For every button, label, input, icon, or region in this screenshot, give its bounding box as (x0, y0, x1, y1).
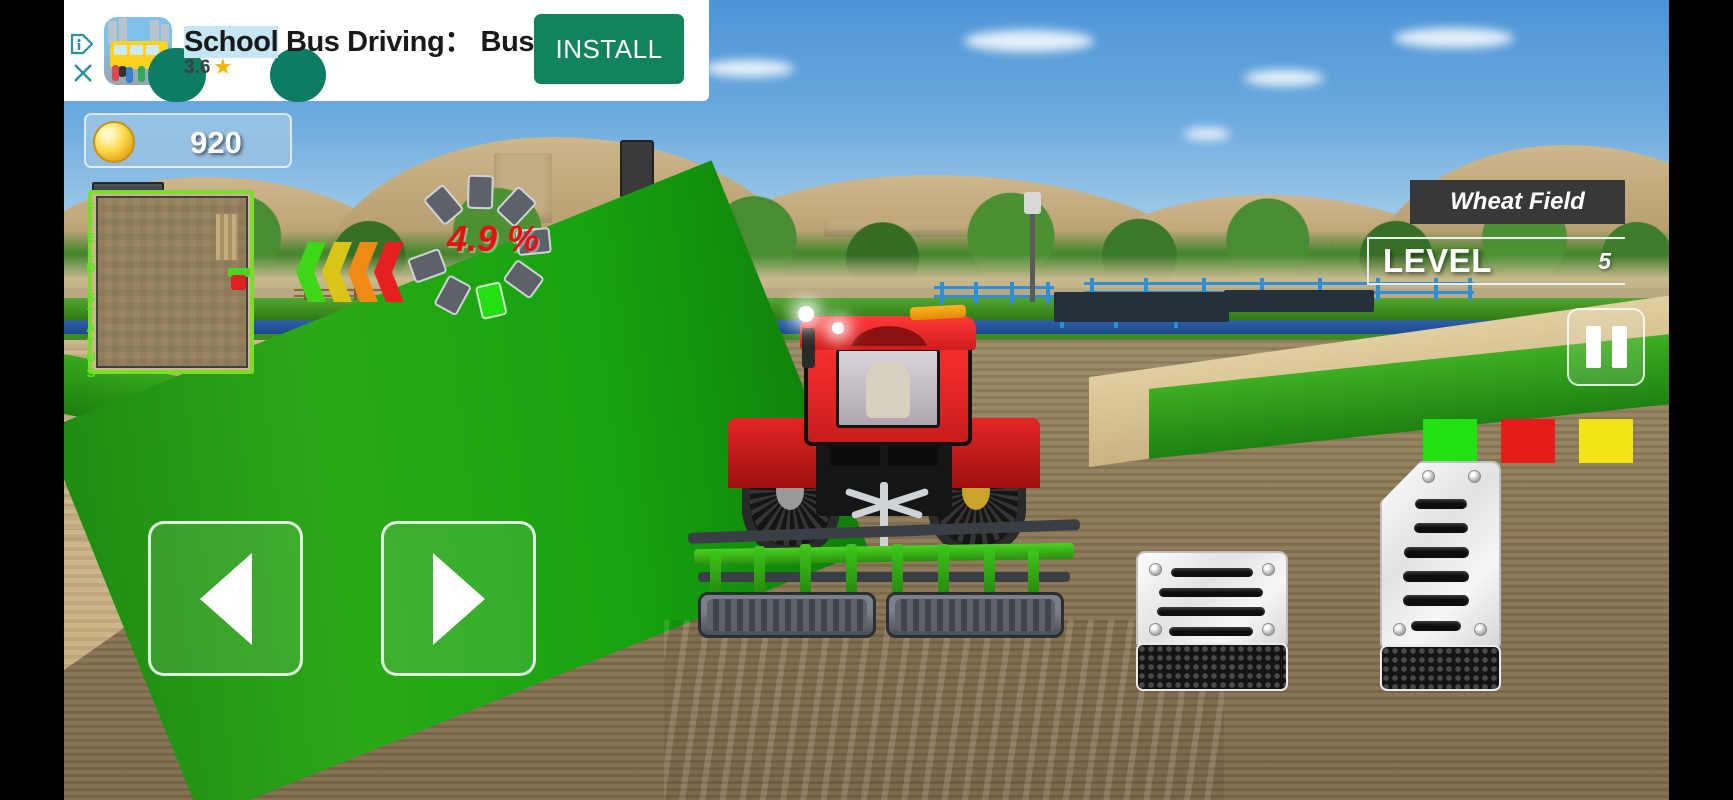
field-status-minimap: FIELD STATUS (74, 182, 254, 380)
arrow-right-icon (432, 552, 485, 645)
progress-segment (433, 274, 473, 317)
ad-rating-value: 3.6 (184, 57, 211, 78)
field-name-label: Wheat Field (1410, 180, 1625, 224)
tractor-brand-mark (844, 322, 934, 346)
yellow-action-button[interactable] (1579, 419, 1633, 463)
implement-linkage (880, 482, 888, 552)
pause-bar (1585, 326, 1601, 368)
lamp-post (1024, 192, 1041, 302)
field-status-letter: A (86, 320, 96, 335)
ad-rating: 3.6 ★ (184, 56, 231, 79)
field-status-letter: U (86, 350, 96, 365)
phone-bezel-right (1669, 0, 1733, 800)
progress-segment (466, 174, 494, 210)
tractor-driver (866, 362, 910, 418)
action-button-row (1423, 419, 1633, 463)
arrow-left-icon (199, 552, 252, 645)
player-tractor (684, 300, 1084, 660)
advertisement-banner[interactable]: School Bus Driving： Bus... 3.6 ★ INSTALL (64, 0, 709, 102)
accelerator-pedal-grip (1380, 645, 1501, 691)
ad-close-icon[interactable] (72, 62, 94, 84)
ad-title-highlight: School (184, 26, 279, 58)
accelerator-pedal[interactable] (1380, 461, 1501, 694)
pause-bar (1611, 326, 1627, 368)
tractor-beacon-light (798, 306, 814, 322)
field-status-letter (80, 275, 102, 290)
brake-pedal[interactable] (1136, 551, 1288, 694)
level-value: 5 (1598, 247, 1611, 274)
chevron-1 (296, 242, 326, 302)
progress-segment (474, 281, 508, 321)
progress-segment (406, 247, 448, 284)
chevron-4 (374, 242, 404, 302)
progress-segment (502, 258, 546, 300)
adchoices-icon[interactable] (70, 32, 96, 56)
tractor-beacon-light (832, 322, 844, 334)
implement-roller-right (886, 592, 1064, 638)
coin-icon (93, 121, 135, 163)
field-status-letter: S (86, 365, 96, 380)
field-status-letter: T (87, 305, 95, 320)
field-status-letter: I (89, 215, 93, 230)
brake-pedal-grip (1136, 643, 1288, 691)
field-status-letter: D (86, 260, 96, 275)
minimap-tractor-marker (228, 266, 250, 294)
steer-right-button[interactable] (381, 521, 536, 676)
level-label: LEVEL (1383, 242, 1492, 279)
coin-value: 920 (190, 124, 242, 160)
field-status-letter: E (86, 230, 96, 245)
field-status-letter: S (86, 290, 96, 305)
field-status-letter: F (87, 200, 95, 215)
implement-roller-left (698, 592, 876, 638)
field-status-letter: T (87, 335, 95, 350)
implement-main-bar (693, 542, 1075, 566)
ad-title: School Bus Driving： Bus... (184, 18, 558, 60)
minimap-field-area (96, 196, 250, 368)
ad-title-rest: Bus Driving： Bus... (278, 26, 558, 58)
progress-percent-text: 4.9 % (447, 218, 540, 259)
tractor-exhaust-pipe (802, 328, 815, 368)
minimap-uncut-strip (216, 214, 238, 260)
level-indicator: LEVEL 5 (1367, 237, 1625, 285)
ad-side-controls (64, 0, 102, 101)
dark-hedge (1224, 290, 1374, 312)
field-status-letter: L (87, 245, 95, 260)
lamp-head (1024, 192, 1041, 214)
star-icon: ★ (214, 57, 232, 78)
pause-button[interactable] (1567, 308, 1645, 386)
chevron-3 (348, 242, 378, 302)
steer-left-button[interactable] (148, 521, 303, 676)
install-button[interactable]: INSTALL (534, 14, 684, 84)
field-status-label: FIELD STATUS (80, 200, 102, 380)
chevron-2 (322, 242, 352, 302)
coin-counter: 920 (84, 113, 292, 168)
phone-bezel-left (0, 0, 64, 800)
green-action-button[interactable] (1423, 419, 1477, 463)
game-screen: School Bus Driving： Bus... 3.6 ★ INSTALL … (64, 0, 1669, 800)
red-action-button[interactable] (1501, 419, 1555, 463)
